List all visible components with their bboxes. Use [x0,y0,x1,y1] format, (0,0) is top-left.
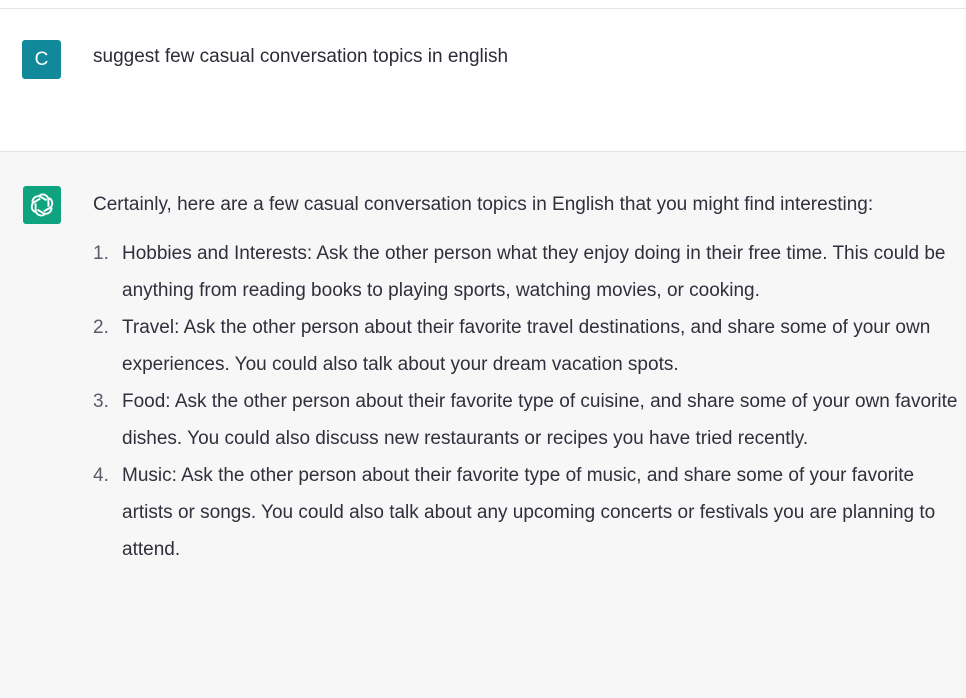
chat-conversation: C suggest few casual conversation topics… [0,0,966,698]
topic-list: 1. Hobbies and Interests: Ask the other … [93,235,959,568]
assistant-avatar [23,186,61,224]
list-item-text: Travel: Ask the other person about their… [122,317,931,375]
list-item: 4. Music: Ask the other person about the… [93,457,959,568]
list-item-text: Hobbies and Interests: Ask the other per… [122,243,946,301]
list-item-text: Music: Ask the other person about their … [122,465,936,560]
list-item-text: Food: Ask the other person about their f… [122,391,958,449]
user-message-text: suggest few casual conversation topics i… [93,46,509,67]
previous-message-edge [0,0,966,9]
list-item: 3. Food: Ask the other person about thei… [93,383,959,457]
assistant-response: Certainly, here are a few casual convers… [93,186,959,568]
response-intro: Certainly, here are a few casual convers… [93,194,874,215]
openai-logo-icon [30,193,54,217]
list-item-number: 4. [93,465,109,486]
list-item-number: 2. [93,317,109,338]
assistant-message: Certainly, here are a few casual convers… [0,152,966,698]
list-item-number: 1. [93,243,109,264]
list-item-number: 3. [93,391,109,412]
list-item: 1. Hobbies and Interests: Ask the other … [93,235,959,309]
list-item: 2. Travel: Ask the other person about th… [93,309,959,383]
user-message: C suggest few casual conversation topics… [0,9,966,152]
user-avatar: C [22,40,61,79]
